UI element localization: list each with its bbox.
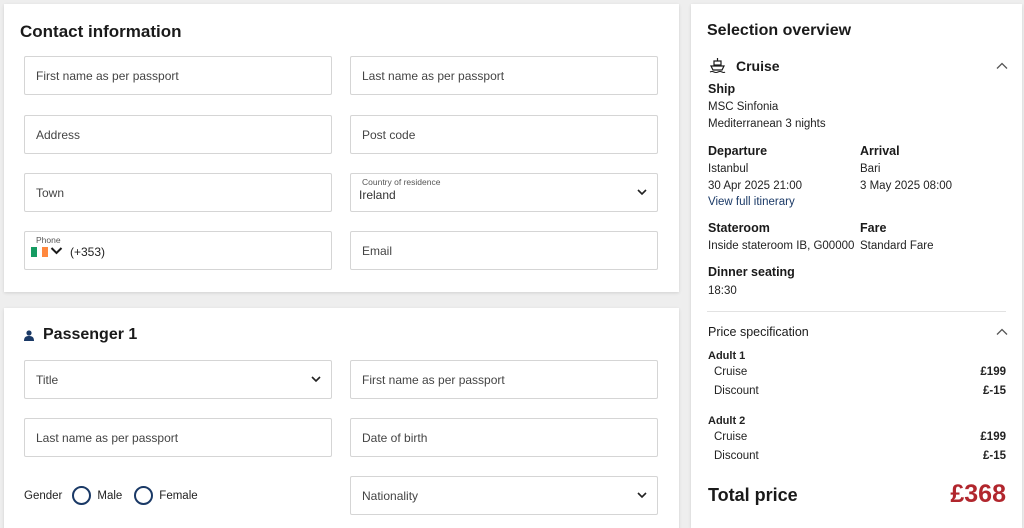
price-item-name: Cruise <box>714 366 748 378</box>
view-itinerary-link[interactable]: View full itinerary <box>708 196 795 208</box>
passenger-heading: Passenger 1 <box>24 326 137 344</box>
last-name-placeholder: Last name as per passport <box>362 69 505 83</box>
overview-title: Selection overview <box>707 22 852 39</box>
ship-heading: Ship <box>708 82 736 96</box>
gender-row: Gender Male Female <box>24 486 198 505</box>
address-placeholder: Address <box>36 128 81 142</box>
date-of-birth-placeholder: Date of birth <box>362 431 428 445</box>
address-field[interactable]: Address <box>24 115 332 154</box>
arrival-time: 3 May 2025 08:00 <box>860 180 953 192</box>
email-placeholder: Email <box>362 244 393 258</box>
person-icon <box>24 329 34 341</box>
town-field[interactable]: Town <box>24 173 332 212</box>
town-placeholder: Town <box>36 186 65 200</box>
divider <box>707 311 1006 312</box>
stateroom-value: Inside stateroom IB, G00000 <box>708 240 855 252</box>
gender-label: Gender <box>24 489 63 502</box>
price-item-name: Discount <box>714 385 759 397</box>
departure-heading: Departure <box>708 144 768 158</box>
arrival-heading: Arrival <box>860 144 900 158</box>
country-label: Country of residence <box>362 177 441 187</box>
date-of-birth-field[interactable]: Date of birth <box>350 418 658 457</box>
ship-icon <box>709 58 726 73</box>
departure-time: 30 Apr 2025 21:00 <box>708 180 802 192</box>
cruise-section-header[interactable]: Cruise <box>709 57 780 74</box>
price-item-name: Discount <box>714 450 759 462</box>
price-item-amount: £199 <box>980 366 1006 378</box>
nationality-select[interactable]: Nationality <box>350 476 658 515</box>
first-name-field[interactable]: First name as per passport <box>24 56 332 95</box>
title-placeholder: Title <box>36 373 59 387</box>
first-name-placeholder: First name as per passport <box>36 69 179 83</box>
price-item-amount: £-15 <box>982 385 1006 397</box>
phone-country-code: (+353) <box>70 245 106 259</box>
passenger-first-name-field[interactable]: First name as per passport <box>350 360 658 399</box>
passenger-first-name-placeholder: First name as per passport <box>362 373 505 387</box>
dinner-heading: Dinner seating <box>708 265 795 279</box>
chevron-down-icon[interactable] <box>50 244 63 257</box>
adult-2-label: Adult 2 <box>708 415 746 427</box>
ship-route: Mediterranean 3 nights <box>708 118 826 130</box>
price-line: Discount £-15 <box>714 450 1006 462</box>
male-radio[interactable] <box>72 486 92 505</box>
postcode-placeholder: Post code <box>362 128 416 142</box>
country-value: Ireland <box>359 188 396 202</box>
last-name-field[interactable]: Last name as per passport <box>350 56 658 95</box>
email-field[interactable]: Email <box>350 231 658 270</box>
nationality-placeholder: Nationality <box>362 489 419 503</box>
title-select[interactable]: Title <box>24 360 332 399</box>
cruise-heading: Cruise <box>736 57 780 74</box>
total-price-value: £368 <box>950 480 1006 508</box>
total-price-label: Total price <box>708 485 798 505</box>
passenger-card: Passenger 1 Title First name as per pass… <box>4 308 679 528</box>
price-item-amount: £-15 <box>982 450 1006 462</box>
price-line: Cruise £199 <box>714 366 1006 378</box>
price-line: Cruise £199 <box>714 431 1006 443</box>
contact-title: Contact information <box>20 22 182 41</box>
price-item-name: Cruise <box>714 431 748 443</box>
chevron-down-icon <box>637 189 647 196</box>
postcode-field[interactable]: Post code <box>350 115 658 154</box>
chevron-down-icon <box>311 376 321 383</box>
passenger-last-name-placeholder: Last name as per passport <box>36 431 179 445</box>
price-line: Discount £-15 <box>714 385 1006 397</box>
chevron-up-icon[interactable] <box>996 328 1008 336</box>
price-item-amount: £199 <box>980 431 1006 443</box>
selection-overview-card: Selection overview Cruise Ship MSC Sinfo… <box>691 4 1022 528</box>
country-select[interactable]: Country of residence Ireland <box>350 173 658 212</box>
phone-field[interactable]: Phone (+353) <box>24 231 332 270</box>
ship-name: MSC Sinfonia <box>708 101 779 113</box>
ireland-flag-icon[interactable] <box>31 247 49 257</box>
stateroom-heading: Stateroom <box>708 221 770 235</box>
adult-1-label: Adult 1 <box>708 350 746 362</box>
female-radio[interactable] <box>134 486 154 505</box>
contact-information-card: Contact information First name as per pa… <box>4 4 679 292</box>
chevron-up-icon[interactable] <box>996 62 1008 70</box>
passenger-title: Passenger 1 <box>43 326 138 343</box>
arrival-port: Bari <box>860 163 881 175</box>
male-label[interactable]: Male <box>97 490 122 502</box>
departure-port: Istanbul <box>708 163 749 175</box>
dinner-value: 18:30 <box>708 285 737 297</box>
fare-value: Standard Fare <box>860 240 934 252</box>
chevron-down-icon <box>637 492 647 499</box>
female-label[interactable]: Female <box>159 490 197 502</box>
price-spec-heading[interactable]: Price specification <box>708 325 809 339</box>
fare-heading: Fare <box>860 221 887 235</box>
passenger-last-name-field[interactable]: Last name as per passport <box>24 418 332 457</box>
